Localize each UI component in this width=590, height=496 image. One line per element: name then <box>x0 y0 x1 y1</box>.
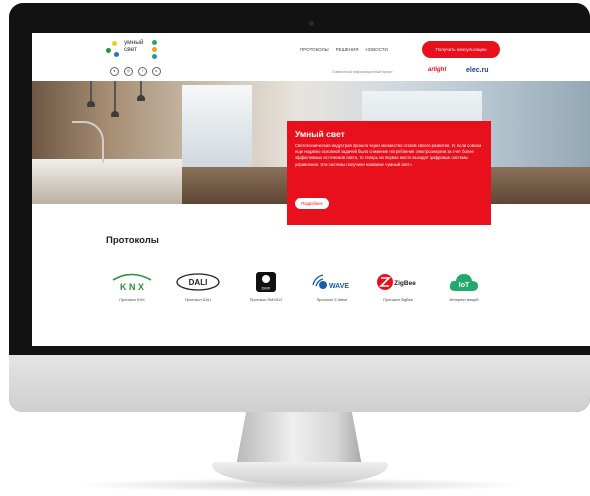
logo-text: умный свет <box>124 39 144 53</box>
logo-line-1: умный <box>124 39 144 46</box>
iot-text: IoT <box>459 282 470 289</box>
protocol-label: Протокол DALI <box>184 298 212 302</box>
logo-dot <box>152 40 157 45</box>
logo-dot <box>152 54 157 59</box>
facebook-icon[interactable]: f <box>138 67 147 76</box>
dali-text: DALI <box>189 278 208 287</box>
dmx-text: DMX <box>262 286 271 291</box>
youtube-icon[interactable]: ▸ <box>152 67 161 76</box>
zigbee-text: ZigBee <box>394 280 416 287</box>
pendant-lamp <box>137 95 145 101</box>
hero-title: Умный свет <box>295 129 345 139</box>
website-screen: умный свет ПРОТОКОЛЫ РЕШЕНИЯ НОВОСТИ Пол… <box>32 33 590 346</box>
protocol-label: Протокол KNX <box>119 298 145 302</box>
main-nav: ПРОТОКОЛЫ РЕШЕНИЯ НОВОСТИ <box>300 47 388 52</box>
instagram-icon[interactable]: ◎ <box>124 67 133 76</box>
zigbee-logo-icon: ZigBee <box>375 271 421 293</box>
protocols-title: Протоколы <box>106 235 159 246</box>
pendant-lamp <box>111 111 119 117</box>
elecru-logo[interactable]: elec.ru <box>466 67 489 74</box>
vk-icon[interactable]: ● <box>110 67 119 76</box>
protocol-label: Протокол DMX512 <box>249 298 283 302</box>
pendant-cord <box>140 81 142 95</box>
hero-window <box>182 85 252 169</box>
hero-text: Светотехническая индустрия прошла через … <box>295 143 482 167</box>
monitor-stand-neck <box>236 412 362 466</box>
partner-label: Совместный информационный проект: <box>332 70 394 74</box>
camera-icon <box>309 21 314 26</box>
zwave-logo-icon: WAVE <box>309 271 355 293</box>
protocol-label: Интернет вещей <box>449 298 479 302</box>
protocol-zigbee[interactable]: ZigBee Протокол ZigBee <box>368 271 428 302</box>
logo-dot <box>152 47 157 52</box>
pendant-cord <box>114 81 116 111</box>
zwave-text: WAVE <box>329 283 349 290</box>
dmx-logo-icon: DMX <box>255 271 277 293</box>
logo-line-2: свет <box>124 46 138 53</box>
protocol-dali[interactable]: DALI Протокол DALI <box>168 271 228 302</box>
protocol-knx[interactable]: K N X Протокол KNX <box>102 271 162 302</box>
more-button[interactable]: Подробнее <box>295 198 329 209</box>
hero-counter <box>32 159 182 204</box>
protocol-iot[interactable]: IoT Интернет вещей <box>434 271 494 302</box>
protocol-zwave[interactable]: WAVE Протокол Z-Wave <box>302 271 362 302</box>
social-links: ● ◎ f ▸ <box>110 67 161 76</box>
knx-text: K N X <box>120 282 144 292</box>
nav-item-news[interactable]: НОВОСТИ <box>366 47 388 52</box>
protocol-dmx512[interactable]: DMX Протокол DMX512 <box>236 271 296 302</box>
consultation-button[interactable]: Получить консультацию <box>422 41 500 58</box>
monitor-chin <box>9 355 590 412</box>
logo-dot <box>106 48 111 53</box>
iot-cloud-icon: IoT <box>449 271 479 293</box>
faucet-shape <box>72 121 104 163</box>
logo-dot <box>114 52 119 57</box>
site-logo[interactable]: умный свет <box>106 38 166 60</box>
protocol-label: Протокол Z-Wave <box>316 298 348 302</box>
arlight-logo[interactable]: arlight <box>428 67 446 73</box>
hero-info-card: Умный свет Светотехническая индустрия пр… <box>287 121 491 225</box>
nav-item-solutions[interactable]: РЕШЕНИЯ <box>336 47 359 52</box>
protocol-label: Протокол ZigBee <box>383 298 413 302</box>
pendant-lamp <box>87 101 95 107</box>
knx-logo-icon: K N X <box>109 271 155 293</box>
pendant-cord <box>90 81 92 101</box>
dali-logo-icon: DALI <box>175 271 221 293</box>
nav-item-protocols[interactable]: ПРОТОКОЛЫ <box>300 47 329 52</box>
logo-dot <box>112 41 117 46</box>
